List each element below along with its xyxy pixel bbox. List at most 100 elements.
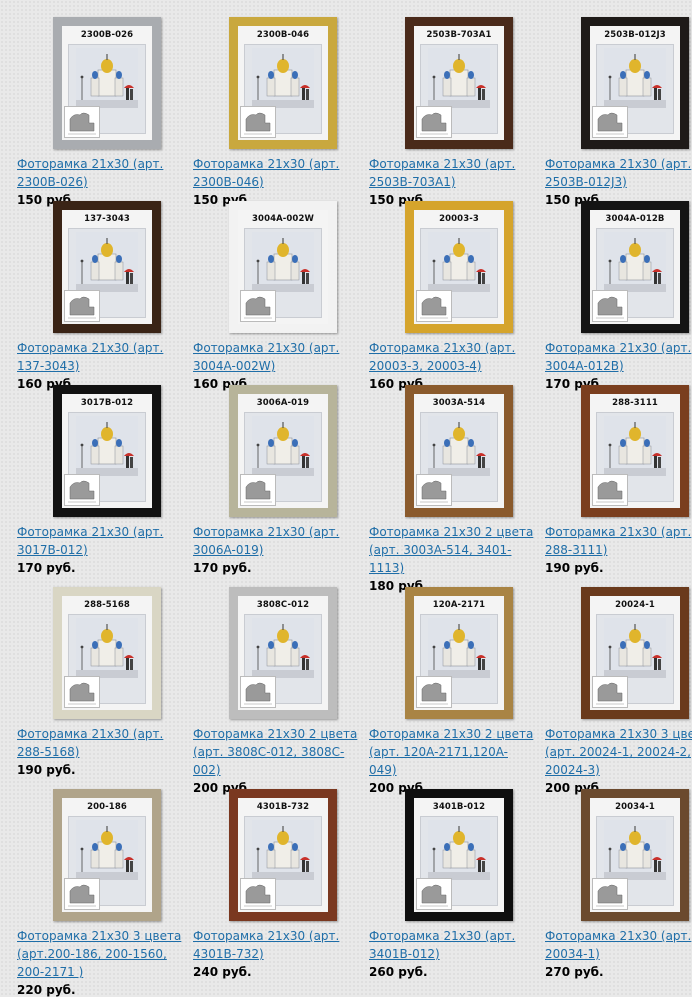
product-title-link[interactable]: Фоторамка 21x30 (арт. 2300B-046) bbox=[193, 155, 358, 191]
product-title-link[interactable]: Фоторамка 21x30 (арт. 137-3043) bbox=[17, 339, 182, 375]
cathedral-photo bbox=[428, 232, 490, 292]
product-title-link[interactable]: Фоторамка 21x30 (арт. 20003-3, 20003-4) bbox=[369, 339, 534, 375]
product-grid: 2300B-026 Фоторамка 21x30 (арт. 2300B-026… bbox=[0, 0, 692, 997]
product-image[interactable]: 20003-3 bbox=[405, 201, 513, 333]
cathedral-photo bbox=[252, 618, 314, 678]
cathedral-photo bbox=[428, 618, 490, 678]
frame-profile-icon bbox=[240, 106, 276, 138]
frame-profile-icon bbox=[416, 474, 452, 506]
product-title-link[interactable]: Фоторамка 21x30 2 цвета (арт. 3808C-012,… bbox=[193, 725, 358, 779]
frame-profile-icon bbox=[240, 290, 276, 322]
frame-profile-icon bbox=[592, 676, 628, 708]
frame-profile-icon bbox=[240, 474, 276, 506]
frame-profile-icon bbox=[416, 878, 452, 910]
product-price: 190 руб. bbox=[17, 763, 76, 777]
product-code: 288-3111 bbox=[612, 398, 658, 408]
frame-profile-icon bbox=[416, 676, 452, 708]
product-price: 220 руб. bbox=[17, 983, 76, 997]
product-image[interactable]: 2503B-703A1 bbox=[405, 17, 513, 149]
cathedral-photo bbox=[252, 48, 314, 108]
product-image[interactable]: 2300B-026 bbox=[53, 17, 161, 149]
product-price: 170 руб. bbox=[193, 561, 252, 575]
frame-profile-icon bbox=[64, 878, 100, 910]
cathedral-photo bbox=[604, 232, 666, 292]
product-code: 2300B-046 bbox=[256, 30, 310, 40]
product-code: 3006A-019 bbox=[256, 398, 310, 408]
cathedral-photo bbox=[604, 48, 666, 108]
frame-profile-icon bbox=[240, 676, 276, 708]
product-code: 20034-1 bbox=[615, 802, 655, 812]
product-code: 3004A-002W bbox=[252, 214, 314, 224]
product-title-link[interactable]: Фоторамка 21x30 2 цвета (арт. 120A-2171,… bbox=[369, 725, 534, 779]
cathedral-photo bbox=[604, 618, 666, 678]
product-image[interactable]: 3003A-514 bbox=[405, 385, 513, 517]
frame-profile-icon bbox=[592, 290, 628, 322]
frame-profile-icon bbox=[416, 106, 452, 138]
product-title-link[interactable]: Фоторамка 21x30 (арт. 4301B-732) bbox=[193, 927, 358, 963]
cathedral-photo bbox=[604, 820, 666, 880]
product-code: 120A-2171 bbox=[432, 600, 486, 610]
product-image[interactable]: 4301B-732 bbox=[229, 789, 337, 921]
product-image[interactable]: 137-3043 bbox=[53, 201, 161, 333]
product-image[interactable]: 3808C-012 bbox=[229, 587, 337, 719]
product-title-link[interactable]: Фоторамка 21x30 (арт. 2503B-012J3) bbox=[545, 155, 692, 191]
product-title-link[interactable]: Фоторамка 21x30 (арт. 3004A-012B) bbox=[545, 339, 692, 375]
product-title-link[interactable]: Фоторамка 21x30 (арт. 2300B-026) bbox=[17, 155, 182, 191]
frame-profile-icon bbox=[416, 290, 452, 322]
product-image[interactable]: 200-186 bbox=[53, 789, 161, 921]
cathedral-photo bbox=[428, 416, 490, 476]
cathedral-photo bbox=[76, 416, 138, 476]
product-title-link[interactable]: Фоторамка 21x30 (арт. 20034-1) bbox=[545, 927, 692, 963]
product-price: 170 руб. bbox=[17, 561, 76, 575]
product-image[interactable]: 3004A-012B bbox=[581, 201, 689, 333]
product-price: 240 руб. bbox=[193, 965, 252, 979]
product-image[interactable]: 3004A-002W bbox=[229, 201, 337, 333]
product-title-link[interactable]: Фоторамка 21x30 2 цвета (арт. 3003A-514,… bbox=[369, 523, 534, 577]
product-image[interactable]: 3017B-012 bbox=[53, 385, 161, 517]
cathedral-photo bbox=[428, 820, 490, 880]
product-title-link[interactable]: Фоторамка 21x30 (арт. 3017B-012) bbox=[17, 523, 182, 559]
product-code: 137-3043 bbox=[84, 214, 130, 224]
product-image[interactable]: 2300B-046 bbox=[229, 17, 337, 149]
product-image[interactable]: 120A-2171 bbox=[405, 587, 513, 719]
cathedral-photo bbox=[252, 232, 314, 292]
product-image[interactable]: 20034-1 bbox=[581, 789, 689, 921]
product-code: 3808C-012 bbox=[256, 600, 310, 610]
product-price: 260 руб. bbox=[369, 965, 428, 979]
product-title-link[interactable]: Фоторамка 21x30 (арт. 2503B-703A1) bbox=[369, 155, 534, 191]
product-image[interactable]: 288-3111 bbox=[581, 385, 689, 517]
product-code: 3003A-514 bbox=[432, 398, 486, 408]
cathedral-photo bbox=[76, 820, 138, 880]
product-code: 288-5168 bbox=[84, 600, 130, 610]
product-code: 2503B-012J3 bbox=[604, 30, 666, 40]
product-code: 3017B-012 bbox=[80, 398, 134, 408]
product-title-link[interactable]: Фоторамка 21x30 3 цвета (арт. 20024-1, 2… bbox=[545, 725, 692, 779]
frame-profile-icon bbox=[592, 878, 628, 910]
product-image[interactable]: 3401B-012 bbox=[405, 789, 513, 921]
product-code: 2503B-703A1 bbox=[426, 30, 492, 40]
cathedral-photo bbox=[604, 416, 666, 476]
product-code: 3401B-012 bbox=[432, 802, 486, 812]
frame-profile-icon bbox=[592, 106, 628, 138]
product-code: 3004A-012B bbox=[605, 214, 665, 224]
product-title-link[interactable]: Фоторамка 21x30 (арт. 3006A-019) bbox=[193, 523, 358, 559]
frame-profile-icon bbox=[64, 290, 100, 322]
product-price: 190 руб. bbox=[545, 561, 604, 575]
frame-profile-icon bbox=[240, 878, 276, 910]
product-title-link[interactable]: Фоторамка 21x30 3 цвета (арт.200-186, 20… bbox=[17, 927, 182, 981]
frame-profile-icon bbox=[64, 676, 100, 708]
cathedral-photo bbox=[76, 618, 138, 678]
product-image[interactable]: 2503B-012J3 bbox=[581, 17, 689, 149]
product-title-link[interactable]: Фоторамка 21x30 (арт. 3004A-002W) bbox=[193, 339, 358, 375]
product-title-link[interactable]: Фоторамка 21x30 (арт. 288-5168) bbox=[17, 725, 182, 761]
product-title-link[interactable]: Фоторамка 21x30 (арт. 288-3111) bbox=[545, 523, 692, 559]
product-title-link[interactable]: Фоторамка 21x30 (арт. 3401B-012) bbox=[369, 927, 534, 963]
product-image[interactable]: 3006A-019 bbox=[229, 385, 337, 517]
cathedral-photo bbox=[428, 48, 490, 108]
product-code: 20024-1 bbox=[615, 600, 655, 610]
frame-profile-icon bbox=[592, 474, 628, 506]
product-code: 20003-3 bbox=[439, 214, 479, 224]
product-image[interactable]: 288-5168 bbox=[53, 587, 161, 719]
product-code: 200-186 bbox=[87, 802, 127, 812]
product-image[interactable]: 20024-1 bbox=[581, 587, 689, 719]
